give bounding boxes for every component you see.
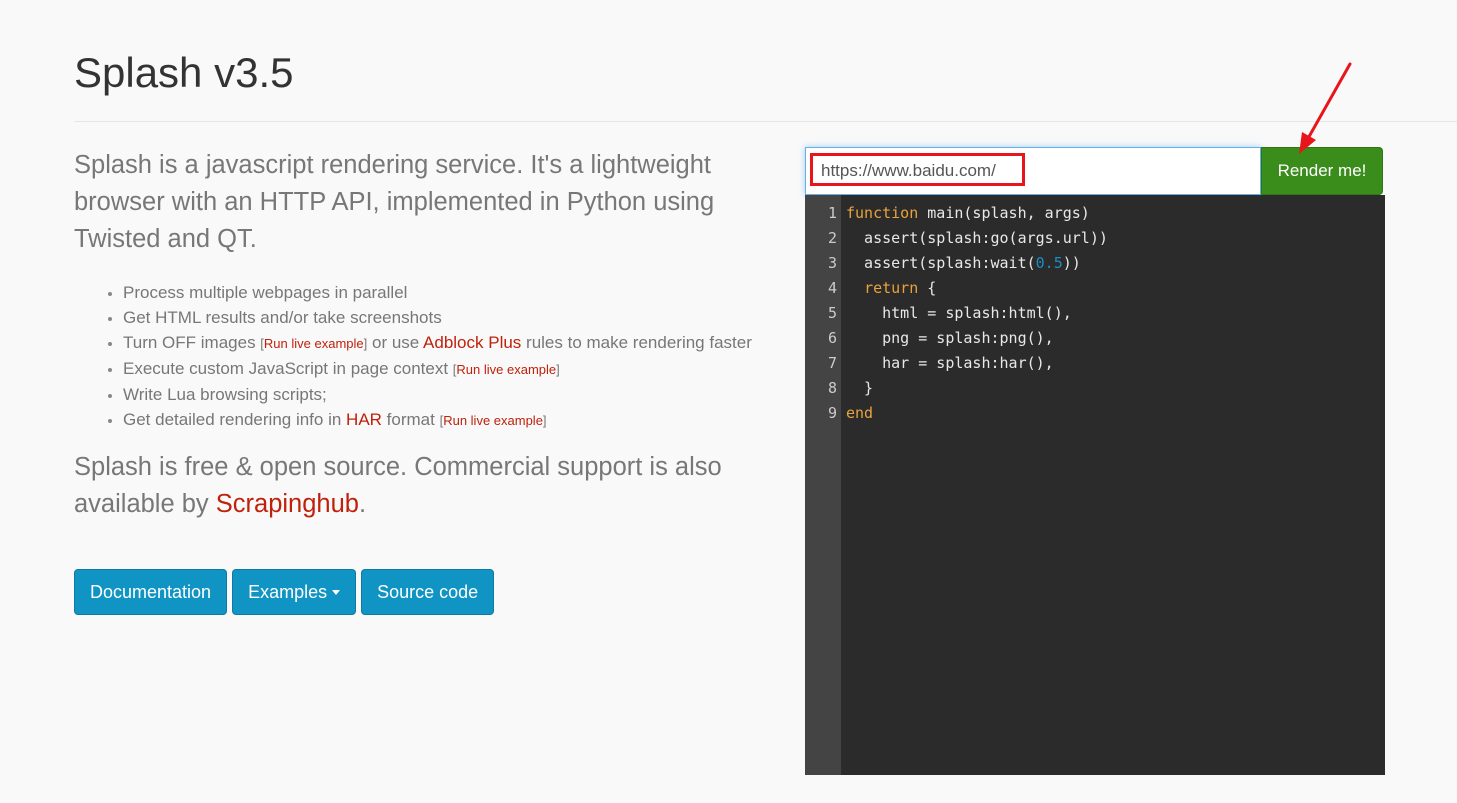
code-text: html = splash:html(),: [846, 304, 1072, 322]
run-live-example-link[interactable]: Run live example: [456, 362, 556, 377]
intro-section: Splash is a javascript rendering service…: [74, 147, 764, 523]
code-text: assert(splash:wait(0.5)): [846, 254, 1081, 272]
keyword: return: [864, 279, 919, 297]
button-row: Documentation Examples Source code: [74, 569, 495, 615]
page-title: Splash v3.5: [74, 49, 294, 96]
number-literal: 0.5: [1035, 254, 1063, 272]
code-text: png = splash:png(),: [846, 329, 1054, 347]
feature-item: Get HTML results and/or take screenshots: [123, 305, 764, 330]
annotation-arrow-icon: [1299, 62, 1352, 154]
support-text: Splash is free & open source. Commercial…: [74, 453, 722, 518]
code-text: har = splash:har(),: [846, 354, 1054, 372]
har-link[interactable]: HAR: [346, 410, 382, 429]
adblock-plus-link[interactable]: Adblock Plus: [423, 333, 521, 352]
documentation-button[interactable]: Documentation: [74, 569, 228, 615]
code-text: end: [846, 401, 873, 426]
line-number: 1: [827, 204, 837, 222]
intro-text: Splash is a javascript rendering service…: [74, 151, 715, 253]
run-live-example-link[interactable]: Run live example: [264, 336, 364, 351]
caret-down-icon: [332, 589, 341, 595]
line-number: 3: [827, 254, 837, 272]
title-divider: [74, 121, 1457, 122]
feature-item: Write Lua browsing scripts;: [123, 382, 764, 407]
code-text: function main(splash, args): [846, 204, 1090, 222]
scrapinghub-link[interactable]: Scrapinghub: [216, 490, 359, 518]
feature-item: Turn OFF images [Run live example] or us…: [123, 330, 764, 356]
line-number: 9: [827, 404, 837, 422]
feature-item: Get detailed rendering info in HAR forma…: [123, 407, 764, 433]
lua-script-editor[interactable]: 1 function main(splash, args) 2 assert(spl…: [805, 195, 1385, 775]
line-number: 4: [827, 279, 837, 297]
code-text: return {: [864, 279, 937, 297]
code-text: assert(splash:go(args.url)): [846, 229, 1108, 247]
feature-item: Execute custom JavaScript in page contex…: [123, 356, 764, 382]
live-example-link-wrapper: [Run live example]: [260, 336, 368, 351]
source-code-button[interactable]: Source code: [361, 569, 495, 615]
code-text: }: [846, 379, 874, 397]
feature-item: Process multiple webpages in parallel: [123, 280, 764, 305]
feature-list: Process multiple webpages in parallel Ge…: [74, 280, 764, 433]
run-live-example-link[interactable]: Run live example: [443, 413, 543, 428]
url-input[interactable]: [805, 147, 1261, 195]
line-number: 5: [827, 304, 837, 322]
line-number: 2: [827, 229, 837, 247]
keyword: function: [846, 204, 919, 222]
line-number: 6: [827, 329, 837, 347]
keyword: end: [846, 404, 874, 422]
line-number: 7: [827, 354, 837, 372]
line-number: 8: [827, 379, 837, 397]
examples-button[interactable]: Examples: [232, 569, 357, 615]
